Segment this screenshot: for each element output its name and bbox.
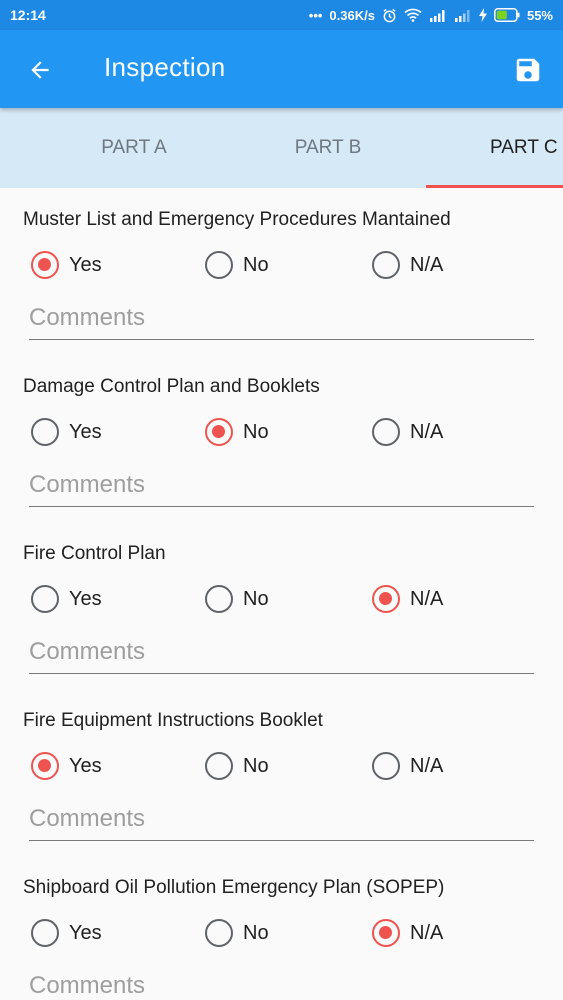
option-label: No — [243, 754, 269, 777]
radio-button[interactable] — [372, 251, 400, 279]
option-label: N/A — [410, 420, 444, 443]
option-yes[interactable]: Yes — [31, 584, 102, 614]
option-label: N/A — [410, 587, 444, 610]
question-item: Fire Control Plan Yes No N/A Comments — [0, 522, 563, 689]
option-label: No — [243, 921, 269, 944]
arrow-left-icon — [31, 61, 49, 79]
question-item: Damage Control Plan and Booklets Yes No … — [0, 355, 563, 522]
charging-icon — [478, 8, 487, 22]
comments-field[interactable]: Comments — [29, 302, 534, 340]
option-label: Yes — [69, 420, 102, 443]
radio-button[interactable] — [31, 585, 59, 613]
radio-button[interactable] — [205, 585, 233, 613]
option-yes[interactable]: Yes — [31, 417, 102, 447]
status-indicators: ••• 0.36K/s 55% — [309, 8, 553, 23]
radio-button[interactable] — [205, 418, 233, 446]
comments-field[interactable]: Comments — [29, 469, 534, 507]
option-label: Yes — [69, 754, 102, 777]
radio-button[interactable] — [31, 418, 59, 446]
save-button[interactable] — [510, 52, 546, 88]
question-text: Muster List and Emergency Procedures Man… — [23, 209, 451, 230]
alarm-icon — [382, 8, 397, 23]
option-yes[interactable]: Yes — [31, 918, 102, 948]
status-time: 12:14 — [10, 7, 46, 23]
tab-part-c[interactable]: PART C — [426, 108, 563, 188]
option-label: No — [243, 253, 269, 276]
radio-button[interactable] — [205, 752, 233, 780]
battery-percent: 55% — [526, 7, 553, 23]
tab-bar: PART A PART B PART C — [0, 108, 563, 188]
question-text: Fire Control Plan — [23, 543, 166, 564]
radio-button[interactable] — [31, 919, 59, 947]
option-yes[interactable]: Yes — [31, 250, 102, 280]
radio-button[interactable] — [31, 251, 59, 279]
battery-icon — [494, 8, 520, 22]
app-bar: Inspection — [0, 30, 563, 108]
page-title: Inspection — [104, 52, 226, 82]
option-label: Yes — [69, 921, 102, 944]
radio-button[interactable] — [372, 418, 400, 446]
question-item: Muster List and Emergency Procedures Man… — [0, 188, 563, 355]
question-text: Damage Control Plan and Booklets — [23, 376, 320, 397]
option-label: N/A — [410, 921, 444, 944]
radio-button[interactable] — [205, 251, 233, 279]
option-no[interactable]: No — [205, 918, 269, 948]
option-label: Yes — [69, 253, 102, 276]
signal-icon — [429, 9, 447, 22]
radio-button[interactable] — [31, 752, 59, 780]
radio-button[interactable] — [372, 752, 400, 780]
option-label: No — [243, 420, 269, 443]
option-label: N/A — [410, 754, 444, 777]
status-bar: 12:14 ••• 0.36K/s 55% — [0, 0, 563, 30]
question-item: Fire Equipment Instructions Booklet Yes … — [0, 689, 563, 856]
option-label: No — [243, 587, 269, 610]
wifi-icon — [404, 8, 422, 22]
more-dots: ••• — [308, 7, 323, 23]
save-icon — [516, 58, 540, 82]
option-no[interactable]: No — [205, 417, 269, 447]
radio-button[interactable] — [372, 919, 400, 947]
radio-button[interactable] — [205, 919, 233, 947]
option-na[interactable]: N/A — [372, 417, 443, 447]
network-speed: 0.36K/s — [329, 7, 375, 23]
option-label: N/A — [410, 253, 444, 276]
option-na[interactable]: N/A — [372, 751, 443, 781]
option-no[interactable]: No — [205, 584, 269, 614]
radio-button[interactable] — [372, 585, 400, 613]
question-text: Shipboard Oil Pollution Emergency Plan (… — [23, 877, 445, 898]
signal-icon — [454, 9, 472, 22]
option-na[interactable]: N/A — [372, 918, 443, 948]
option-label: Yes — [69, 587, 102, 610]
active-tab-indicator — [426, 185, 563, 188]
option-no[interactable]: No — [205, 751, 269, 781]
comments-field[interactable]: Comments — [29, 803, 534, 841]
question-item: Shipboard Oil Pollution Emergency Plan (… — [0, 856, 563, 1000]
question-text: Fire Equipment Instructions Booklet — [23, 710, 323, 731]
option-yes[interactable]: Yes — [31, 751, 102, 781]
option-na[interactable]: N/A — [372, 584, 443, 614]
tab-part-a[interactable]: PART A — [40, 108, 228, 188]
comments-field[interactable]: Comments — [29, 970, 534, 1000]
option-no[interactable]: No — [205, 250, 269, 280]
option-na[interactable]: N/A — [372, 250, 443, 280]
comments-field[interactable]: Comments — [29, 636, 534, 674]
tab-part-b[interactable]: PART B — [234, 108, 422, 188]
back-button[interactable] — [24, 54, 56, 86]
